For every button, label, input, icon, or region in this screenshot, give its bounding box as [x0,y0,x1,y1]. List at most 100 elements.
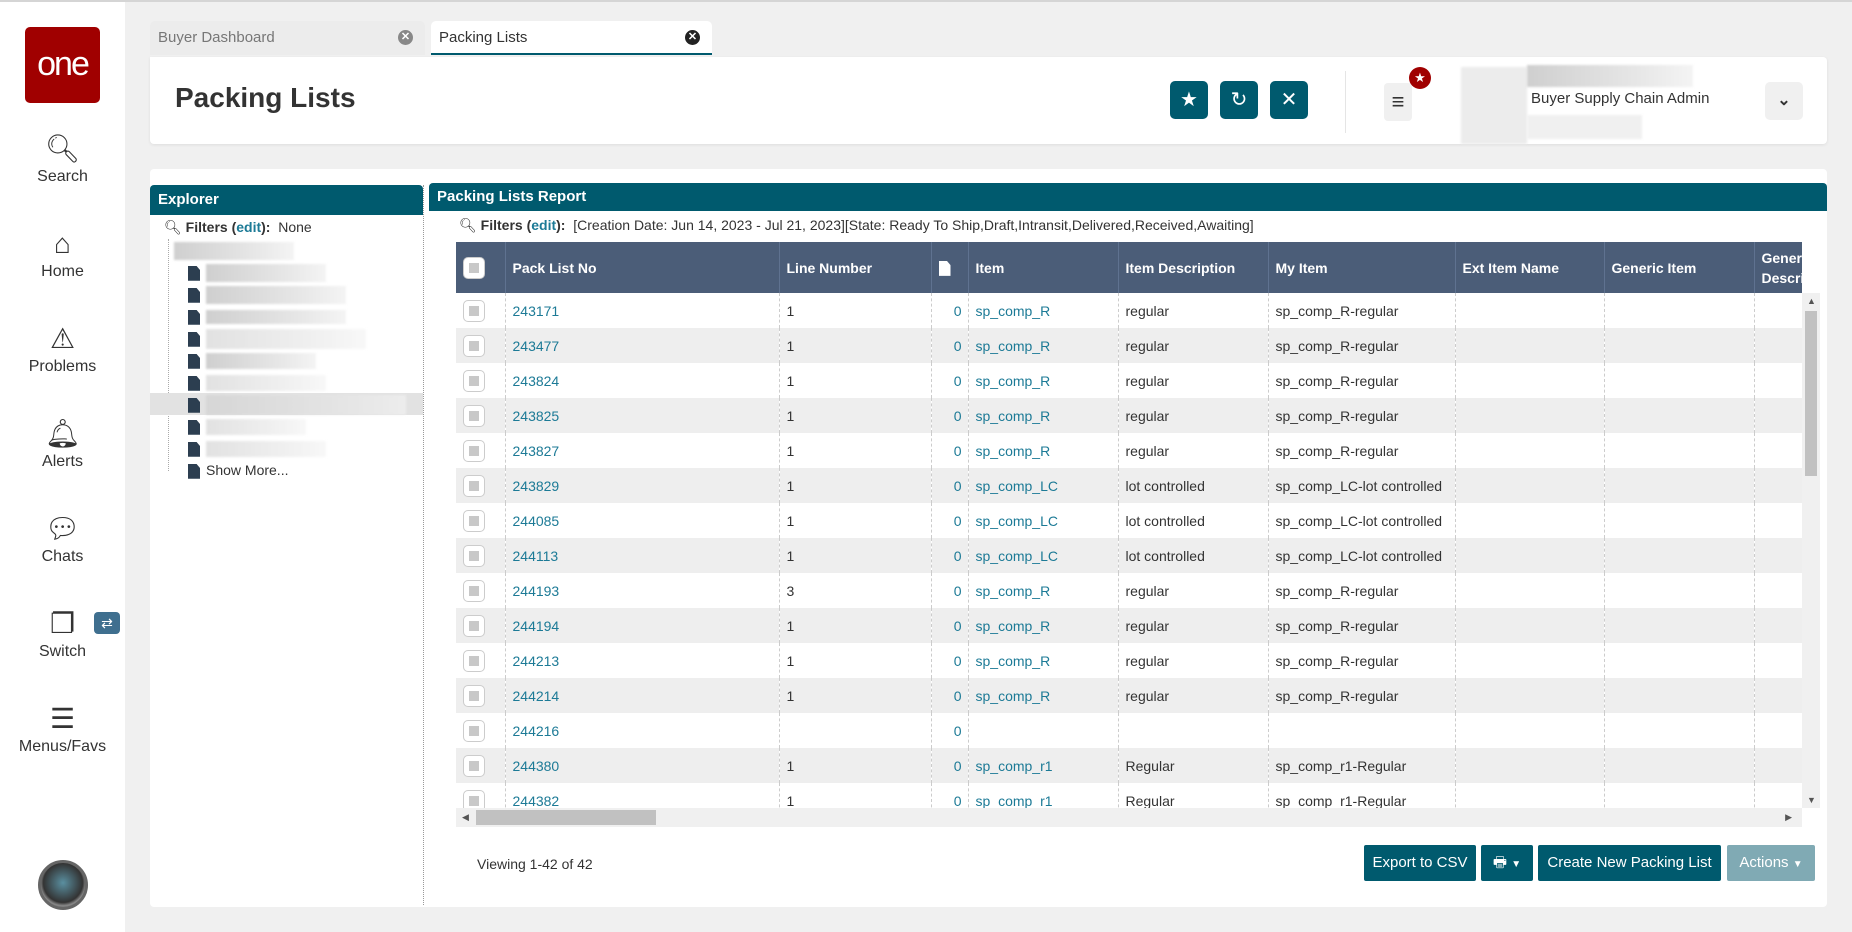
sidebar-item-chats[interactable]: 💬︎ Chats [0,512,125,566]
table-row[interactable]: 243827 1 0 sp_comp_R regular sp_comp_R-regula… [456,433,1802,468]
sidebar-item-alerts[interactable]: 🔔︎ Alerts [0,417,125,471]
refresh-button[interactable]: ↻ [1220,81,1258,119]
item-link[interactable]: sp_comp_r1 [968,748,1119,783]
pack-list-no-link[interactable]: 244193 [505,573,780,608]
row-checkbox[interactable] [456,433,506,468]
row-checkbox[interactable] [456,748,506,783]
table-row[interactable]: 243825 1 0 sp_comp_R regular sp_comp_R-regula… [456,398,1802,433]
table-row[interactable]: 244216 0 [456,713,1802,748]
table-row[interactable]: 244213 1 0 sp_comp_R regular sp_comp_R-regula… [456,643,1802,678]
avatar[interactable] [38,860,88,910]
column-header[interactable]: Item Description [1118,242,1269,293]
tab-buyer-dashboard[interactable]: Buyer Dashboard ✕ [150,21,425,55]
table-row[interactable]: 243829 1 0 sp_comp_LC lot controlled sp_comp_… [456,468,1802,503]
column-header[interactable]: Item [968,242,1119,293]
row-checkbox[interactable] [456,608,506,643]
tree-item[interactable] [164,349,423,371]
document-count[interactable]: 0 [931,783,969,808]
table-row[interactable]: 243477 1 0 sp_comp_R regular sp_comp_R-regula… [456,328,1802,363]
pack-list-no-link[interactable]: 244214 [505,678,780,713]
vertical-scrollbar[interactable]: ▲ ▼ [1802,293,1820,808]
document-count[interactable]: 0 [931,678,969,713]
pack-list-no-link[interactable]: 243171 [505,293,780,328]
item-link[interactable]: sp_comp_R [968,643,1119,678]
row-checkbox[interactable] [456,503,506,538]
edit-filters-link[interactable]: edit [531,217,556,233]
logo[interactable]: one [25,27,100,103]
item-link[interactable]: sp_comp_R [968,678,1119,713]
document-count[interactable]: 0 [931,433,969,468]
horizontal-scrollbar[interactable]: ◀ ▶ [456,808,1802,827]
pack-list-no-link[interactable]: 244213 [505,643,780,678]
row-checkbox[interactable] [456,398,506,433]
tree-item[interactable] [164,437,423,459]
item-link[interactable]: sp_comp_R [968,363,1119,398]
pack-list-no-link[interactable]: 244216 [505,713,780,748]
create-new-packing-list-button[interactable]: Create New Packing List [1538,845,1721,881]
column-header[interactable]: Ext Item Name [1455,242,1605,293]
table-row[interactable]: 244085 1 0 sp_comp_LC lot controlled sp_comp_… [456,503,1802,538]
document-count[interactable]: 0 [931,573,969,608]
item-link[interactable]: sp_comp_R [968,433,1119,468]
pack-list-no-link[interactable]: 244113 [505,538,780,573]
item-link[interactable]: sp_comp_LC [968,538,1119,573]
column-header-document[interactable] [931,242,969,293]
row-checkbox[interactable] [456,783,506,808]
item-link[interactable]: sp_comp_R [968,328,1119,363]
table-row[interactable]: 243171 1 0 sp_comp_R regular sp_comp_R-regula… [456,293,1802,328]
item-link[interactable]: sp_comp_R [968,608,1119,643]
column-header[interactable]: Line Number [779,242,932,293]
export-csv-button[interactable]: Export to CSV [1364,845,1476,881]
row-checkbox[interactable] [456,328,506,363]
item-link[interactable]: sp_comp_r1 [968,783,1119,808]
edit-filters-link[interactable]: edit [236,219,261,235]
row-checkbox[interactable] [456,363,506,398]
user-menu-dropdown[interactable]: ⌄ [1765,82,1803,120]
row-checkbox[interactable] [456,643,506,678]
item-link[interactable]: sp_comp_LC [968,503,1119,538]
item-link[interactable] [968,713,1119,748]
row-checkbox[interactable] [456,468,506,503]
tree-item[interactable] [164,305,423,327]
menu-button[interactable]: ≡ [1384,83,1412,121]
tree-item[interactable] [164,415,423,437]
document-count[interactable]: 0 [931,293,969,328]
document-count[interactable]: 0 [931,713,969,748]
tree-item[interactable] [164,239,423,261]
print-button[interactable]: 🖶︎ ▼ [1481,845,1533,881]
pack-list-no-link[interactable]: 244380 [505,748,780,783]
column-header[interactable]: Pack List No [505,242,780,293]
column-header[interactable]: Generic Item [1604,242,1755,293]
tree-item[interactable] [164,327,423,350]
pack-list-no-link[interactable]: 243825 [505,398,780,433]
item-link[interactable]: sp_comp_R [968,573,1119,608]
sidebar-item-search[interactable]: 🔍︎ Search [0,132,125,186]
tree-item[interactable] [164,283,423,305]
row-checkbox[interactable] [456,713,506,748]
tree-item-show-more[interactable]: Show More... [164,459,423,481]
item-link[interactable]: sp_comp_LC [968,468,1119,503]
close-button[interactable]: ✕ [1270,81,1308,119]
pack-list-no-link[interactable]: 243827 [505,433,780,468]
table-row[interactable]: 244380 1 0 sp_comp_r1 Regular sp_comp_r1-Regu… [456,748,1802,783]
table-row[interactable]: 243824 1 0 sp_comp_R regular sp_comp_R-regula… [456,363,1802,398]
document-count[interactable]: 0 [931,608,969,643]
item-link[interactable]: sp_comp_R [968,398,1119,433]
row-checkbox[interactable] [456,538,506,573]
table-row[interactable]: 244214 1 0 sp_comp_R regular sp_comp_R-regula… [456,678,1802,713]
pack-list-no-link[interactable]: 243477 [505,328,780,363]
pack-list-no-link[interactable]: 244085 [505,503,780,538]
row-checkbox[interactable] [456,573,506,608]
column-header[interactable]: My Item [1268,242,1456,293]
select-all-checkbox[interactable] [456,242,506,293]
actions-button[interactable]: Actions ▼ [1727,845,1815,881]
document-count[interactable]: 0 [931,468,969,503]
item-link[interactable]: sp_comp_R [968,293,1119,328]
document-count[interactable]: 0 [931,503,969,538]
document-count[interactable]: 0 [931,538,969,573]
table-row[interactable]: 244193 3 0 sp_comp_R regular sp_comp_R-regula… [456,573,1802,608]
pack-list-no-link[interactable]: 243829 [505,468,780,503]
column-header[interactable]: Generic Description [1754,242,1802,293]
sidebar-item-home[interactable]: ⌂ Home [0,227,125,281]
document-count[interactable]: 0 [931,363,969,398]
